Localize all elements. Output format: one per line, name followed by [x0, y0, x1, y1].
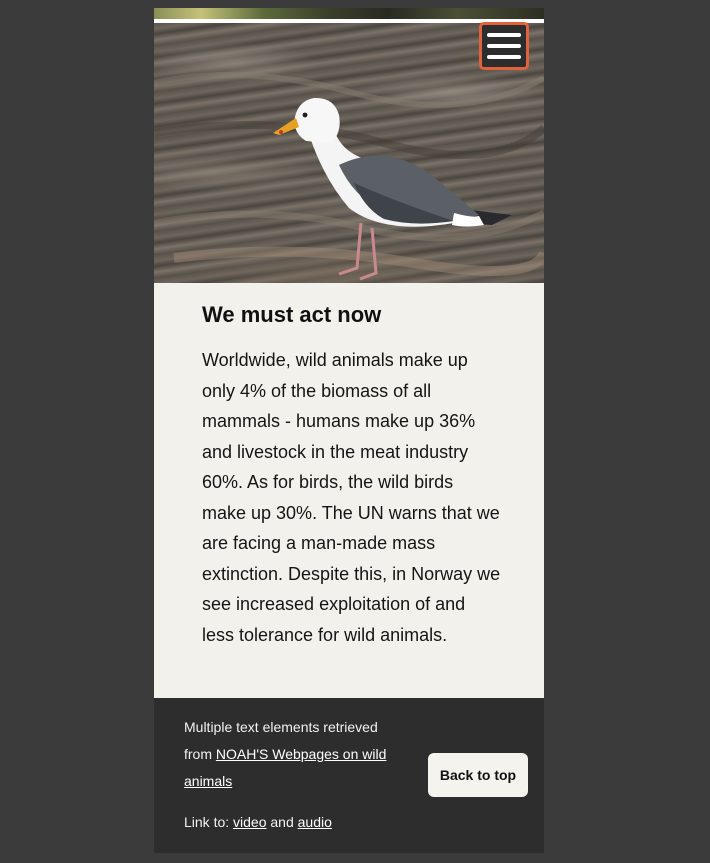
media-links: Link to: video and audio [184, 809, 332, 836]
mobile-viewport: We must act now Worldwide, wild animals … [154, 8, 544, 853]
menu-icon-bar [487, 44, 521, 48]
back-to-top-button[interactable]: Back to top [428, 753, 528, 797]
article-section: We must act now Worldwide, wild animals … [202, 301, 502, 650]
links-prefix: Link to: [184, 814, 234, 830]
menu-icon-bar [487, 33, 521, 37]
source-credit: Multiple text elements retrieved from NO… [184, 714, 394, 795]
menu-icon-bar [487, 55, 521, 59]
audio-link[interactable]: audio [298, 814, 332, 830]
footer: Multiple text elements retrieved from NO… [154, 698, 544, 853]
menu-button[interactable] [479, 22, 529, 70]
previous-section-image-edge [154, 8, 544, 19]
video-link[interactable]: video [233, 814, 266, 830]
and-text: and [266, 814, 298, 830]
article-body: Worldwide, wild animals make up only 4% … [202, 350, 501, 645]
article-heading: We must act now [202, 302, 382, 327]
